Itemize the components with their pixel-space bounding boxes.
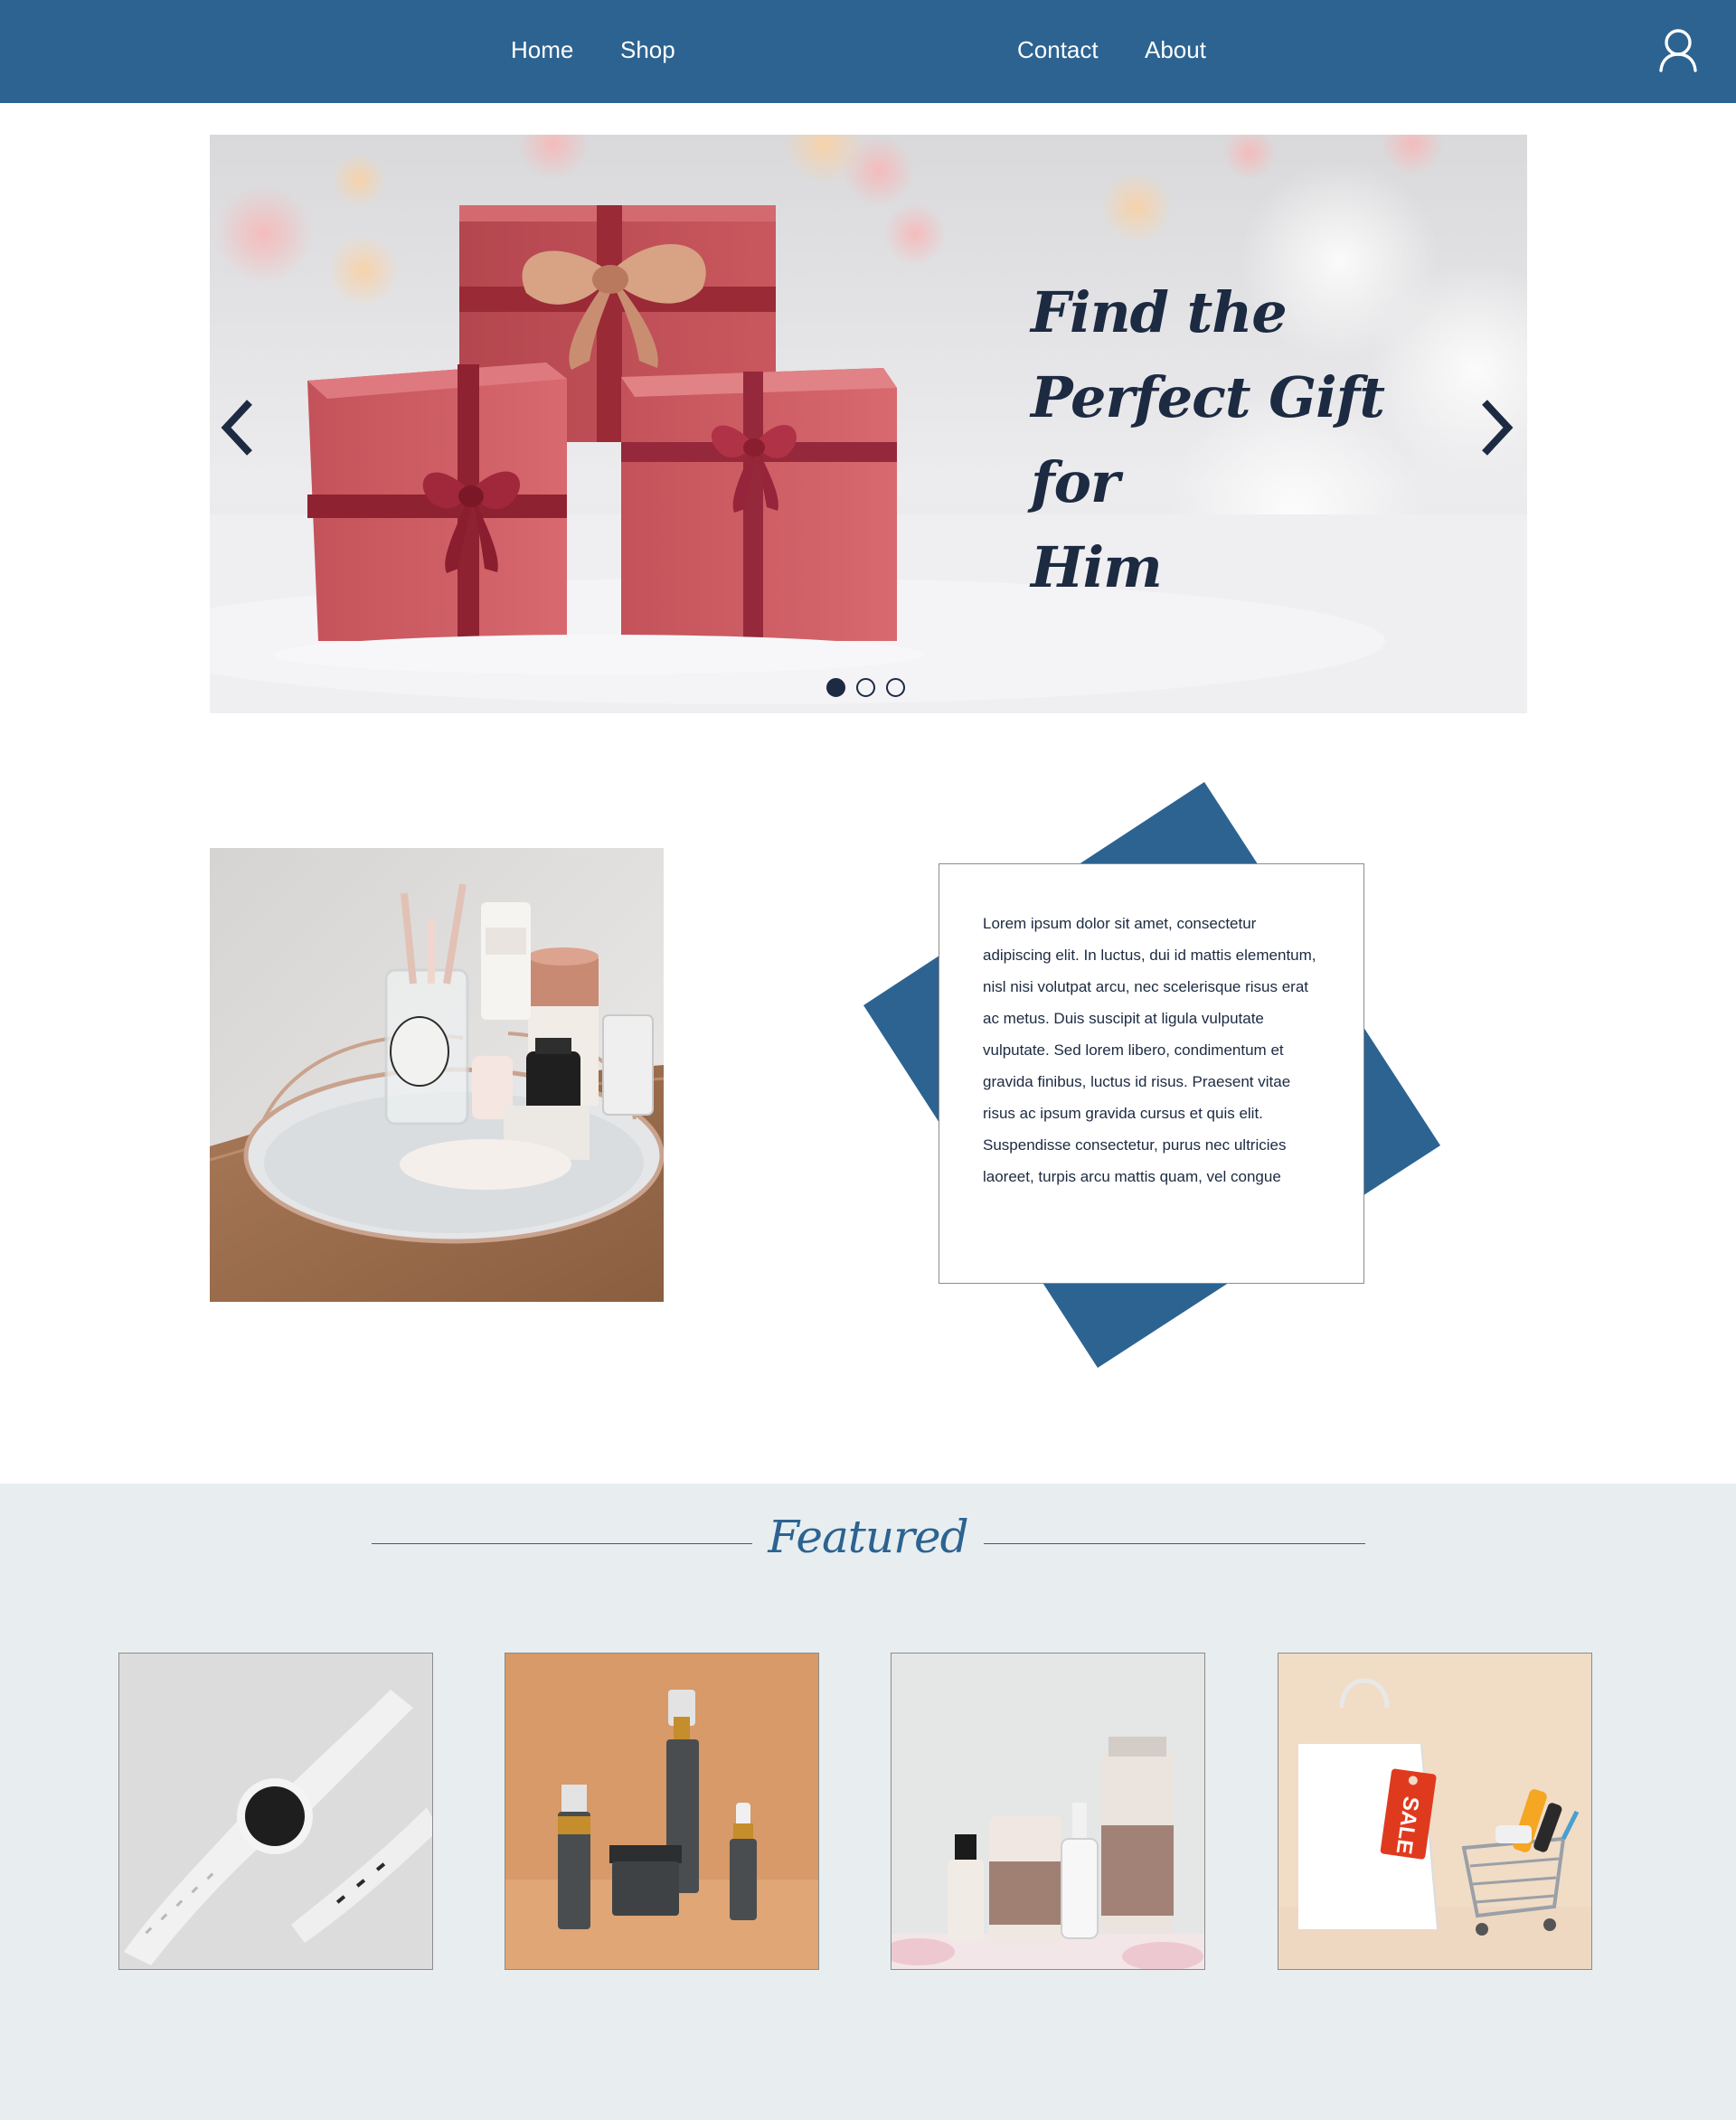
slider-dot[interactable] [886, 678, 905, 697]
hero-title-line: Him [1031, 534, 1163, 600]
hero-title: Find the Perfect Gift for Him [1031, 270, 1410, 610]
divider-line [372, 1543, 752, 1544]
skincare-bottles-photo [505, 1654, 818, 1969]
slider-dot[interactable] [826, 678, 845, 697]
featured-product-card[interactable] [505, 1653, 819, 1970]
divider-line [984, 1543, 1365, 1544]
hero-slider: Find the Perfect Gift for Him [210, 135, 1527, 713]
shopping-bag-cart-photo: SALE [1278, 1654, 1591, 1969]
about-text-card: Lorem ipsum dolor sit amet, consectetur … [939, 863, 1364, 1284]
featured-product-card[interactable] [891, 1653, 1205, 1970]
vanity-tray-photo [210, 848, 664, 1302]
about-text: Lorem ipsum dolor sit amet, consectetur … [983, 915, 1316, 1185]
chevron-left-icon [221, 400, 252, 456]
featured-product-card[interactable] [118, 1653, 433, 1970]
featured-title: Featured [768, 1511, 968, 1563]
nav-shop-link[interactable]: Shop [620, 36, 675, 64]
featured-product-card[interactable]: SALE [1278, 1653, 1592, 1970]
slider-prev-button[interactable] [210, 391, 264, 464]
hero-title-line: Find the [1031, 279, 1288, 345]
smartwatch-photo [119, 1654, 432, 1969]
nav-home-link[interactable]: Home [511, 36, 573, 64]
chevron-right-icon [1482, 400, 1514, 456]
slider-dots [826, 678, 905, 698]
slider-next-button[interactable] [1470, 391, 1524, 464]
nav-about-link[interactable]: About [1145, 36, 1206, 64]
featured-section: Featured SALE [0, 1484, 1736, 2120]
skincare-tubes-photo [892, 1654, 1204, 1969]
slider-dot[interactable] [856, 678, 875, 697]
navbar: Home Shop Contact About [0, 0, 1736, 103]
nav-contact-link[interactable]: Contact [1017, 36, 1099, 64]
hero-title-line: Perfect Gift for [1031, 364, 1385, 515]
user-icon[interactable] [1653, 27, 1703, 78]
